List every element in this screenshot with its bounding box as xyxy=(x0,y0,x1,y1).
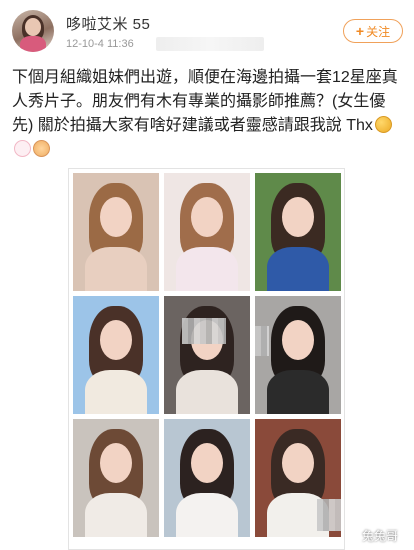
photo-face xyxy=(282,443,314,483)
photo-clothing xyxy=(176,247,238,291)
photo-clothing xyxy=(267,247,329,291)
mosaic-blur xyxy=(182,318,226,344)
photo-face xyxy=(100,320,132,360)
photo-face xyxy=(100,197,132,237)
post-header: 哆啦艾米 55 12-10-4 11:36 + 关注 xyxy=(0,0,414,58)
avatar-body xyxy=(20,36,46,52)
mosaic-blur xyxy=(317,499,341,531)
rabbit-icon xyxy=(14,140,31,157)
photo-face xyxy=(191,197,223,237)
blurred-source xyxy=(156,37,264,51)
photo-3[interactable] xyxy=(255,173,341,291)
avatar-face xyxy=(25,18,41,36)
blush-icon xyxy=(374,116,392,133)
photo-2[interactable] xyxy=(164,173,250,291)
photo-face xyxy=(282,320,314,360)
username[interactable]: 哆啦艾米 55 xyxy=(66,13,150,34)
plus-icon: + xyxy=(355,23,365,39)
watermark: 兔兔哥 xyxy=(362,529,399,543)
photo-clothing xyxy=(85,370,147,414)
photo-clothing xyxy=(85,493,147,537)
handshake-icon xyxy=(33,140,50,157)
photo-clothing xyxy=(267,370,329,414)
post-text: 下個月組織姐妹們出遊，順便在海邊拍攝一套12星座真人秀片子。朋友們有木有專業的攝… xyxy=(12,66,404,162)
photo-7[interactable] xyxy=(73,419,159,537)
photo-8[interactable] xyxy=(164,419,250,537)
photo-9[interactable] xyxy=(255,419,341,537)
photo-face xyxy=(100,443,132,483)
follow-label: 关注 xyxy=(366,24,391,39)
mosaic-blur xyxy=(255,326,269,356)
photo-1[interactable] xyxy=(73,173,159,291)
photo-clothing xyxy=(85,247,147,291)
photo-4[interactable] xyxy=(73,296,159,414)
post-timestamp: 12-10-4 11:36 xyxy=(66,38,134,50)
photo-6[interactable] xyxy=(255,296,341,414)
photo-face xyxy=(191,443,223,483)
photo-clothing xyxy=(176,370,238,414)
follow-button[interactable]: + 关注 xyxy=(343,19,403,43)
photo-face xyxy=(282,197,314,237)
photo-5[interactable] xyxy=(164,296,250,414)
photo-clothing xyxy=(176,493,238,537)
avatar[interactable] xyxy=(12,10,54,52)
post-body: 下個月組織姐妹們出遊，順便在海邊拍攝一套12星座真人秀片子。朋友們有木有專業的攝… xyxy=(12,69,398,134)
photo-grid xyxy=(68,168,345,550)
